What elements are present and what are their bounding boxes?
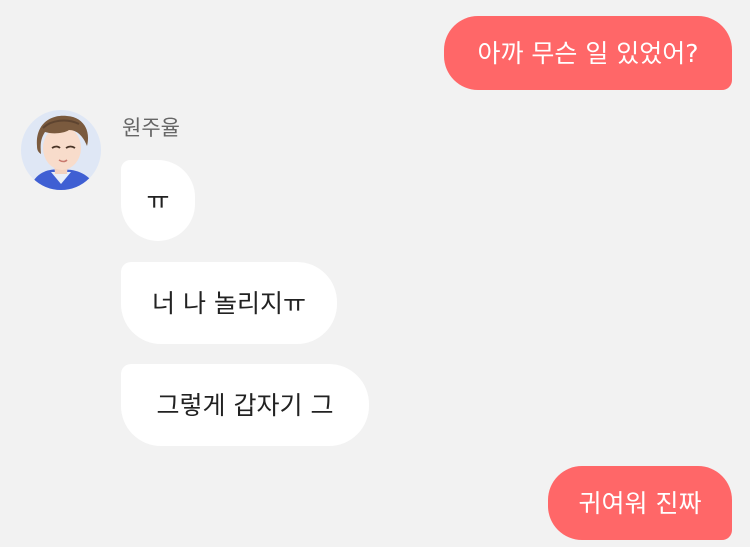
message-text: 그렇게 갑자기 그 [156, 390, 334, 420]
message-text: 귀여워 진짜 [578, 488, 702, 518]
received-message-bubble[interactable]: 너 나 놀리지ㅠ [121, 262, 337, 344]
message-text: ㅠ [146, 186, 170, 215]
sent-message-bubble[interactable]: 귀여워 진짜 [548, 466, 732, 540]
message-text: 너 나 놀리지ㅠ [152, 288, 306, 318]
sent-message-bubble[interactable]: 아까 무슨 일 있었어? [444, 16, 732, 90]
contact-avatar[interactable] [21, 110, 101, 190]
avatar-portrait-icon [21, 110, 101, 190]
received-message-bubble[interactable]: ㅠ [121, 160, 195, 241]
received-message-bubble[interactable]: 그렇게 갑자기 그 [121, 364, 369, 446]
contact-name: 원주율 [122, 116, 180, 140]
message-text: 아까 무슨 일 있었어? [477, 38, 699, 68]
